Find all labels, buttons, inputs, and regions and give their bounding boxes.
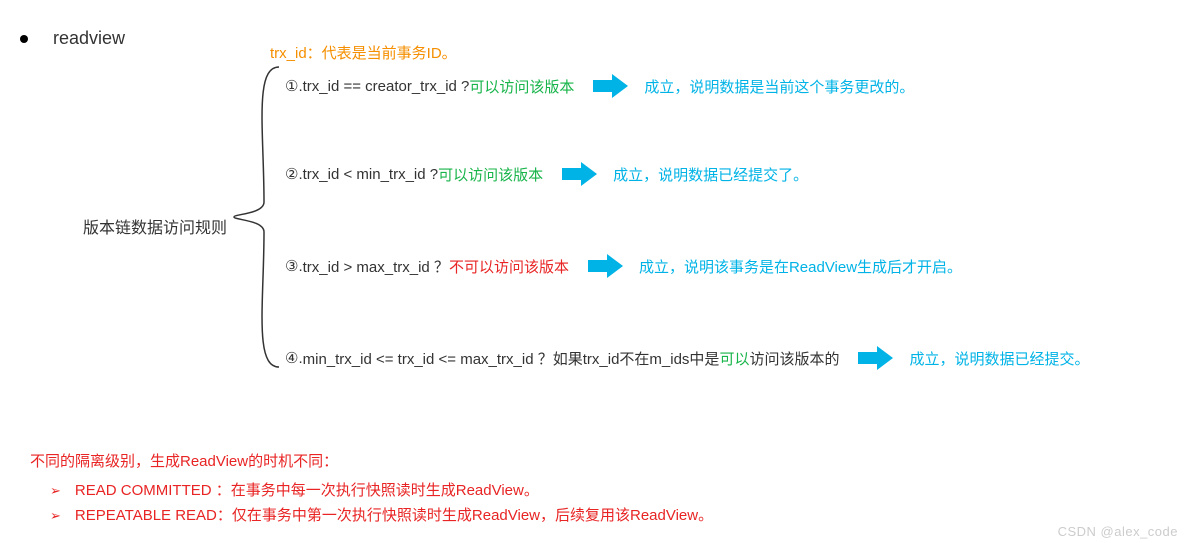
rule-explain: 成立，说明该事务是在ReadView生成后才开启。: [639, 256, 962, 277]
rule-result: 可以: [719, 348, 749, 369]
bottom-item-text: READ COMMITTED ：在事务中每一次执行快照读时生成ReadView。: [75, 479, 539, 500]
rule-result: 可以访问该版本: [469, 76, 574, 97]
bottom-item-text: REPEATABLE READ：仅在事务中第一次执行快照读时生成ReadView…: [75, 504, 713, 525]
rule-row-4: ④. min_trx_id <= trx_id <= max_trx_id ？如…: [285, 346, 1089, 370]
rule-condition: trx_id > max_trx_id ？: [303, 256, 449, 277]
rule-result: 可以访问该版本: [438, 164, 543, 185]
rule-explain: 成立，说明数据是当前这个事务更改的。: [644, 76, 914, 97]
rule-explain: 成立，说明数据已经提交了。: [613, 164, 808, 185]
arrow-icon: [857, 344, 895, 372]
bottom-item: ➢ READ COMMITTED ：在事务中每一次执行快照读时生成ReadVie…: [50, 479, 713, 500]
triangle-icon: ➢: [50, 508, 61, 524]
bottom-section: 不同的隔离级别，生成ReadView的时机不同： ➢ READ COMMITTE…: [30, 450, 713, 529]
rule-condition-suffix: 访问该版本的: [749, 348, 839, 369]
arrow-icon: [592, 72, 630, 100]
triangle-icon: ➢: [50, 483, 61, 499]
header-title: readview: [53, 28, 125, 49]
rule-number: ③.: [285, 257, 303, 275]
rule-condition: min_trx_id <= trx_id <= max_trx_id ？如果tr…: [303, 348, 720, 369]
bottom-title: 不同的隔离级别，生成ReadView的时机不同：: [30, 450, 713, 471]
rule-row-1: ①. trx_id == creator_trx_id ? 可以访问该版本 成立…: [285, 74, 914, 98]
brace-icon: [224, 62, 284, 372]
bottom-item: ➢ REPEATABLE READ：仅在事务中第一次执行快照读时生成ReadVi…: [50, 504, 713, 525]
rule-explain: 成立，说明数据已经提交。: [909, 348, 1089, 369]
rule-row-2: ②. trx_id < min_trx_id ? 可以访问该版本 成立，说明数据…: [285, 162, 808, 186]
rule-condition: trx_id == creator_trx_id ?: [303, 78, 470, 95]
rule-condition: trx_id < min_trx_id ?: [303, 166, 438, 183]
arrow-icon: [587, 252, 625, 280]
trx-id-note: trx_id：代表是当前事务ID。: [270, 42, 457, 63]
rule-number: ④.: [285, 349, 303, 367]
arrow-icon: [561, 160, 599, 188]
bullet-dot: [20, 35, 28, 43]
rule-number: ①.: [285, 77, 303, 95]
rule-result: 不可以访问该版本: [449, 256, 569, 277]
rule-number: ②.: [285, 165, 303, 183]
watermark: CSDN @alex_code: [1058, 524, 1178, 539]
header-bullet: readview: [20, 28, 125, 49]
rules-label: 版本链数据访问规则: [83, 214, 227, 238]
rule-row-3: ③. trx_id > max_trx_id ？ 不可以访问该版本 成立，说明该…: [285, 254, 962, 278]
